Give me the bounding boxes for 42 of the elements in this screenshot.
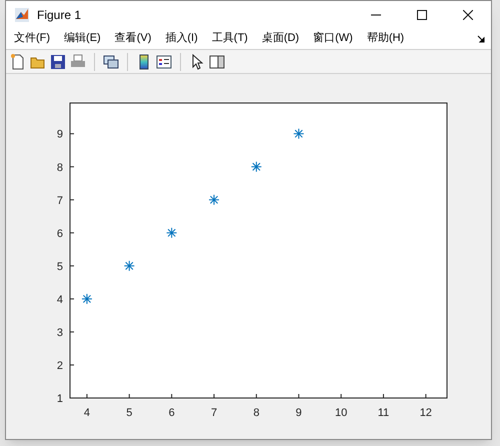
- window-title: Figure 1: [37, 6, 82, 24]
- data-point: [208, 194, 220, 206]
- y-tick-label: 8: [56, 162, 63, 174]
- menu-item[interactable]: 插入(I): [165, 30, 198, 47]
- menu-item[interactable]: 查看(V): [114, 30, 152, 47]
- linked-windows-icon[interactable]: [103, 54, 119, 70]
- menu-item[interactable]: 编辑(E): [64, 30, 101, 47]
- data-point: [81, 293, 92, 304]
- new-file-icon[interactable]: [10, 54, 26, 70]
- menu-item[interactable]: 工具(T): [212, 30, 248, 47]
- save-icon[interactable]: [50, 54, 66, 70]
- menu-item[interactable]: 桌面(D): [262, 30, 300, 47]
- menu-item[interactable]: 文件(F): [14, 30, 50, 47]
- y-tick-label: 3: [56, 326, 63, 339]
- dock-arrow-icon[interactable]: [477, 34, 485, 42]
- x-tick-label: 7: [210, 407, 218, 419]
- x-tick-label: 8: [253, 407, 260, 419]
- data-point: [293, 128, 304, 140]
- menu-item[interactable]: 窗口(W): [313, 30, 353, 47]
- close-icon: [463, 10, 473, 20]
- x-tick-label: 5: [126, 407, 132, 419]
- app-logo-icon: [15, 8, 29, 22]
- y-tick-label: 5: [56, 260, 63, 273]
- data-point: [124, 260, 135, 272]
- panel-icon[interactable]: [209, 54, 225, 70]
- x-tick-label: 12: [420, 407, 432, 419]
- data-point: [250, 161, 262, 172]
- data-point: [166, 227, 178, 238]
- y-tick-label: 1: [56, 393, 63, 405]
- y-tick-label: 7: [56, 194, 63, 207]
- x-tick-label: 9: [296, 407, 302, 419]
- x-tick-label: 10: [334, 407, 348, 419]
- legend-icon[interactable]: [156, 54, 172, 70]
- y-tick-label: 6: [56, 228, 63, 240]
- x-tick-label: 4: [84, 407, 90, 419]
- maximize-icon: [417, 10, 427, 20]
- y-tick-label: 4: [56, 294, 63, 306]
- x-tick-label: 6: [168, 407, 175, 419]
- y-tick-label: 2: [56, 360, 63, 372]
- menu-item[interactable]: 帮助(H): [366, 30, 404, 47]
- x-tick-label: 11: [378, 407, 390, 419]
- y-tick-label: 9: [56, 128, 63, 141]
